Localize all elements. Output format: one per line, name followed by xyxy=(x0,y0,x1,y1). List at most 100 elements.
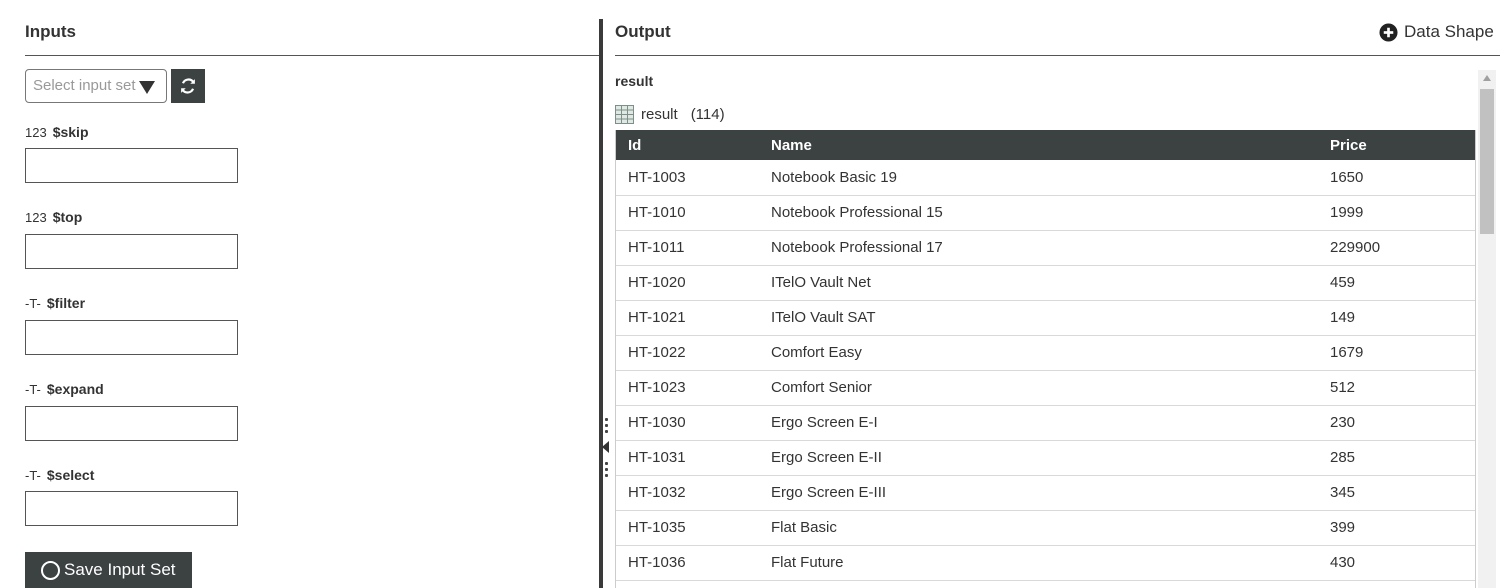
cell-name: Notebook Basic 19 xyxy=(759,160,1318,196)
table-row[interactable]: HT-1023 Comfort Senior 512 xyxy=(616,370,1475,406)
cell-name: Comfort Easy xyxy=(759,335,1318,371)
text-type-icon: -T- xyxy=(25,467,41,483)
table-row[interactable]: HT-1036 Flat Future 430 xyxy=(616,545,1475,581)
top-input[interactable] xyxy=(25,234,238,269)
result-count: (114) xyxy=(690,106,725,123)
cell-price: 430 xyxy=(1318,545,1475,581)
skip-input[interactable] xyxy=(25,148,238,183)
inputs-panel: Inputs Select input set 123 $skip 123 $t… xyxy=(0,0,599,588)
param-skip-name: $skip xyxy=(52,124,89,140)
circle-icon xyxy=(41,560,60,580)
cell-name: Comfort Senior xyxy=(759,370,1318,406)
cell-name: Notebook Professional 15 xyxy=(759,195,1318,231)
param-filter-name: $filter xyxy=(46,295,86,311)
vertical-scrollbar[interactable] xyxy=(1478,70,1496,588)
cell-name: Flat Future xyxy=(759,545,1318,581)
refresh-icon xyxy=(181,78,195,94)
result-label: result xyxy=(641,106,678,123)
result-infotable-label: result (114) xyxy=(615,105,725,124)
cell-price: 399 xyxy=(1318,510,1475,546)
cell-price: 512 xyxy=(1318,370,1475,406)
table-row[interactable]: HT-1035 Flat Basic 399 xyxy=(616,510,1475,546)
input-set-placeholder: Select input set xyxy=(33,77,136,94)
column-header-id[interactable]: Id xyxy=(616,130,759,160)
table-grid-icon xyxy=(615,105,634,124)
cell-name xyxy=(759,580,1318,588)
result-table-container: Id Name Price HT-1003 Notebook Basic 19 16… xyxy=(615,130,1476,588)
cell-id: HT-1003 xyxy=(616,160,759,196)
table-row[interactable] xyxy=(616,580,1475,588)
cell-id: HT-1023 xyxy=(616,370,759,406)
cell-price: 149 xyxy=(1318,300,1475,336)
save-input-set-label: Save Input Set xyxy=(64,560,176,579)
scroll-up-icon[interactable] xyxy=(1483,75,1491,81)
data-shape-label: Data Shape xyxy=(1404,22,1494,41)
cell-id xyxy=(616,580,759,588)
select-input[interactable] xyxy=(25,491,238,526)
plus-circle-icon xyxy=(1379,22,1398,42)
table-row[interactable]: HT-1020 ITelO Vault Net 459 xyxy=(616,265,1475,301)
inputs-title: Inputs xyxy=(25,22,76,41)
data-shape-button[interactable]: Data Shape xyxy=(1379,22,1494,42)
table-row[interactable]: HT-1032 Ergo Screen E-III 345 xyxy=(616,475,1475,511)
cell-id: HT-1032 xyxy=(616,475,759,511)
table-row[interactable]: HT-1022 Comfort Easy 1679 xyxy=(616,335,1475,371)
caret-down-icon xyxy=(139,81,155,94)
scrollbar-thumb[interactable] xyxy=(1480,89,1494,234)
cell-price: 1650 xyxy=(1318,160,1475,196)
filter-input[interactable] xyxy=(25,320,238,355)
cell-id: HT-1021 xyxy=(616,300,759,336)
cell-id: HT-1010 xyxy=(616,195,759,231)
refresh-button[interactable] xyxy=(171,69,205,103)
column-header-name[interactable]: Name xyxy=(759,130,1318,160)
cell-name: Flat Basic xyxy=(759,510,1318,546)
text-type-icon: -T- xyxy=(25,295,41,311)
cell-id: HT-1020 xyxy=(616,265,759,301)
cell-name: Ergo Screen E-I xyxy=(759,405,1318,441)
number-type-icon: 123 xyxy=(25,209,47,225)
table-row[interactable]: HT-1030 Ergo Screen E-I 230 xyxy=(616,405,1475,441)
param-select-name: $select xyxy=(46,467,95,483)
cell-price xyxy=(1318,580,1475,588)
table-row[interactable]: HT-1021 ITelO Vault SAT 149 xyxy=(616,300,1475,336)
table-row[interactable]: HT-1010 Notebook Professional 15 1999 xyxy=(616,195,1475,231)
param-skip-label: 123 $skip xyxy=(25,124,89,140)
table-header-row: Id Name Price xyxy=(616,130,1475,160)
cell-price: 459 xyxy=(1318,265,1475,301)
cell-id: HT-1031 xyxy=(616,440,759,476)
result-heading: result xyxy=(615,73,654,89)
cell-name: ITelO Vault Net xyxy=(759,265,1318,301)
inputs-divider xyxy=(25,55,599,56)
cell-price: 285 xyxy=(1318,440,1475,476)
cell-price: 229900 xyxy=(1318,230,1475,266)
result-table: Id Name Price HT-1003 Notebook Basic 19 16… xyxy=(616,130,1475,588)
output-divider xyxy=(615,55,1500,56)
table-row[interactable]: HT-1031 Ergo Screen E-II 285 xyxy=(616,440,1475,476)
cell-name: Notebook Professional 17 xyxy=(759,230,1318,266)
table-row[interactable]: HT-1003 Notebook Basic 19 1650 xyxy=(616,160,1475,196)
cell-price: 1999 xyxy=(1318,195,1475,231)
param-expand-label: -T- $expand xyxy=(25,381,104,397)
number-type-icon: 123 xyxy=(25,124,47,140)
cell-id: HT-1030 xyxy=(616,405,759,441)
param-top-label: 123 $top xyxy=(25,209,82,225)
cell-price: 230 xyxy=(1318,405,1475,441)
table-body: HT-1003 Notebook Basic 19 1650 HT-1010 Noteb… xyxy=(616,160,1475,588)
table-row[interactable]: HT-1011 Notebook Professional 17 229900 xyxy=(616,230,1475,266)
output-panel: Output Data Shape result result (114) Id… xyxy=(603,0,1504,588)
column-header-price[interactable]: Price xyxy=(1318,130,1475,160)
param-expand-name: $expand xyxy=(46,381,104,397)
expand-input[interactable] xyxy=(25,406,238,441)
cell-name: ITelO Vault SAT xyxy=(759,300,1318,336)
save-input-set-button[interactable]: Save Input Set xyxy=(25,552,192,588)
cell-name: Ergo Screen E-III xyxy=(759,475,1318,511)
text-type-icon: -T- xyxy=(25,381,41,397)
cell-name: Ergo Screen E-II xyxy=(759,440,1318,476)
input-set-select[interactable]: Select input set xyxy=(25,69,167,103)
param-filter-label: -T- $filter xyxy=(25,295,85,311)
cell-id: HT-1035 xyxy=(616,510,759,546)
cell-id: HT-1036 xyxy=(616,545,759,581)
param-select-label: -T- $select xyxy=(25,467,94,483)
cell-price: 345 xyxy=(1318,475,1475,511)
cell-price: 1679 xyxy=(1318,335,1475,371)
